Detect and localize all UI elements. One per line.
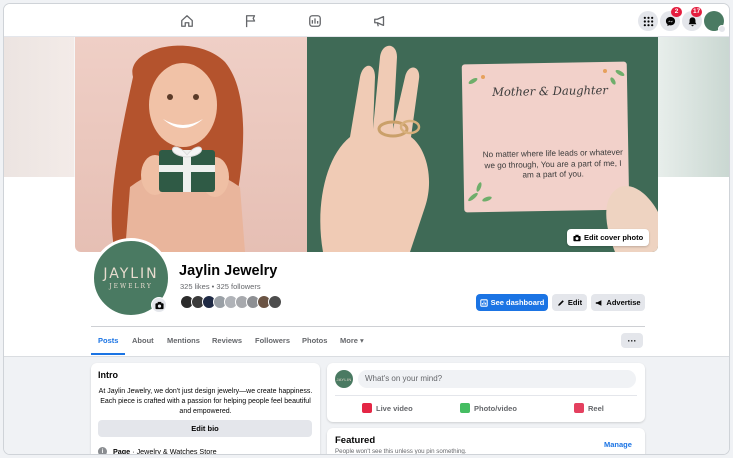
edit-cover-button[interactable]: Edit cover photo xyxy=(567,229,650,246)
live-video-icon xyxy=(362,403,372,413)
tab-posts[interactable]: Posts xyxy=(98,336,118,345)
composer-divider xyxy=(335,395,637,396)
featured-card: Featured People won't see this unless yo… xyxy=(327,428,645,455)
see-dashboard-label: See dashboard xyxy=(490,298,545,307)
tab-more[interactable]: More ▾ xyxy=(340,336,364,345)
reel-icon xyxy=(574,403,584,413)
cover-card-text: No matter where life leads or whatever w… xyxy=(482,147,623,180)
manage-featured-link[interactable]: Manage xyxy=(604,440,632,449)
tab-mentions[interactable]: Mentions xyxy=(167,336,200,345)
bell-icon xyxy=(688,16,696,26)
reel-label: Reel xyxy=(588,403,604,413)
composer-avatar[interactable]: JAYLIN xyxy=(335,370,353,388)
browser-frame: 2 17 Mother & Daughter No matter where l… xyxy=(3,3,730,455)
post-composer: JAYLIN What's on your mind? Live video P… xyxy=(327,363,645,422)
logo-name: JAYLIN xyxy=(103,266,159,282)
edit-cover-label: Edit cover photo xyxy=(584,233,644,242)
page-category-row: i Page · Jewelry & Watches Store xyxy=(98,447,217,455)
reel-button[interactable]: Reel xyxy=(574,403,604,413)
ads-icon[interactable] xyxy=(308,14,322,28)
grid-icon xyxy=(643,16,653,26)
notifications-button[interactable]: 17 xyxy=(682,7,703,31)
photo-video-label: Photo/video xyxy=(474,403,517,413)
top-nav: 2 17 xyxy=(4,4,729,37)
page-label: Page xyxy=(113,447,131,455)
intro-card: Intro At Jaylin Jewelry, we don't just d… xyxy=(91,363,320,455)
page-title: Jaylin Jewelry xyxy=(179,263,278,279)
live-video-button[interactable]: Live video xyxy=(362,403,413,413)
logo-subtitle: JEWELRY xyxy=(109,283,153,290)
post-input[interactable]: What's on your mind? xyxy=(358,370,636,388)
tab-photos[interactable]: Photos xyxy=(302,336,327,345)
active-tab-indicator xyxy=(91,353,125,355)
edit-page-button[interactable]: Edit xyxy=(552,294,587,311)
menu-grid-button[interactable] xyxy=(638,11,658,31)
live-video-label: Live video xyxy=(376,403,413,413)
dashboard-icon xyxy=(479,298,488,307)
megaphone-icon xyxy=(596,299,602,306)
more-options-button[interactable]: ··· xyxy=(621,333,643,348)
camera-icon xyxy=(573,234,581,241)
photo-video-button[interactable]: Photo/video xyxy=(460,403,517,413)
messenger-button[interactable]: 2 xyxy=(660,7,682,31)
chevron-down-icon xyxy=(718,25,726,33)
tab-reviews[interactable]: Reviews xyxy=(212,336,242,345)
photo-icon xyxy=(460,403,470,413)
edit-label: Edit xyxy=(567,298,583,307)
megaphone-icon[interactable] xyxy=(373,14,387,28)
messenger-badge: 2 xyxy=(671,7,682,17)
header-divider xyxy=(91,326,645,327)
notifications-badge: 17 xyxy=(691,7,703,17)
intro-bio-text: At Jaylin Jewelry, we don't just design … xyxy=(98,388,313,415)
page-category: · Jewelry & Watches Store xyxy=(130,447,217,455)
cover-card-title: Mother & Daughter xyxy=(491,82,608,100)
advertise-label: Advertise xyxy=(606,298,641,307)
cover-illustration xyxy=(111,45,658,252)
cover-photo[interactable]: Mother & Daughter No matter where life l… xyxy=(75,37,658,252)
account-avatar[interactable] xyxy=(704,11,726,33)
follower-avatars[interactable] xyxy=(180,295,282,311)
pencil-icon xyxy=(558,299,564,306)
messenger-icon xyxy=(665,16,675,26)
tab-followers[interactable]: Followers xyxy=(255,336,290,345)
camera-icon xyxy=(154,301,164,309)
home-icon[interactable] xyxy=(180,14,194,28)
follower-avatar[interactable] xyxy=(268,295,282,309)
flag-icon[interactable] xyxy=(244,14,258,28)
edit-bio-button[interactable]: Edit bio xyxy=(98,420,312,437)
page-stats[interactable]: 325 likes • 325 followers xyxy=(180,282,261,291)
see-dashboard-button[interactable]: See dashboard xyxy=(476,294,548,311)
featured-title: Featured xyxy=(335,435,376,446)
update-profile-picture-button[interactable] xyxy=(151,297,167,313)
featured-subtitle: People won't see this unless you pin som… xyxy=(335,448,467,455)
info-icon: i xyxy=(98,447,107,454)
tab-about[interactable]: About xyxy=(132,336,154,345)
advertise-button[interactable]: Advertise xyxy=(591,294,645,311)
intro-title: Intro xyxy=(98,370,118,380)
